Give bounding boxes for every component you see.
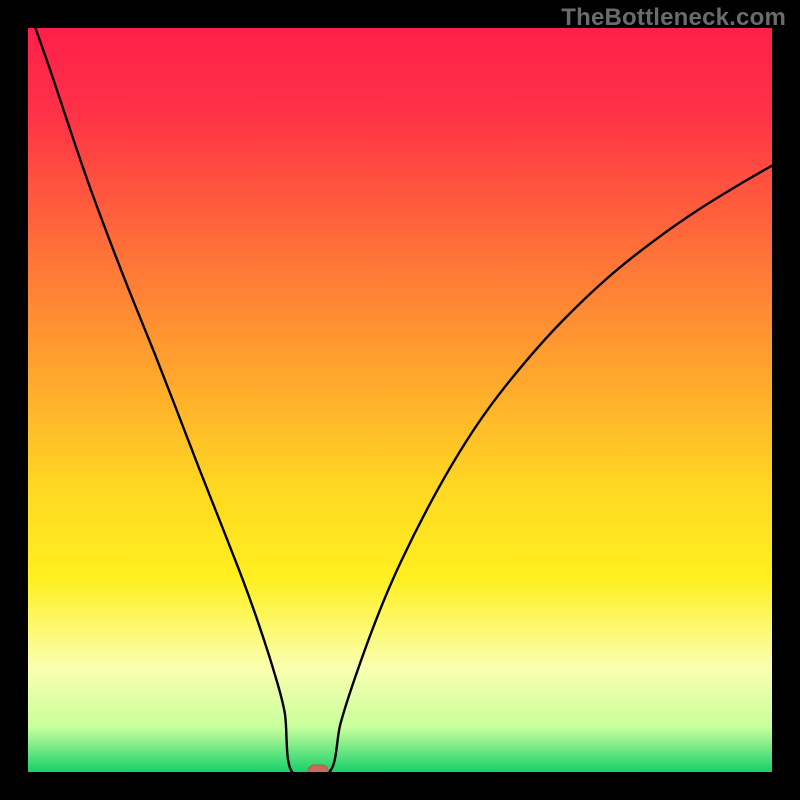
min-marker — [308, 765, 328, 772]
chart-frame: TheBottleneck.com — [0, 0, 800, 800]
watermark-text: TheBottleneck.com — [561, 4, 786, 32]
gradient-background — [28, 28, 772, 772]
bottleneck-chart — [28, 28, 772, 772]
plot-area — [28, 28, 772, 772]
